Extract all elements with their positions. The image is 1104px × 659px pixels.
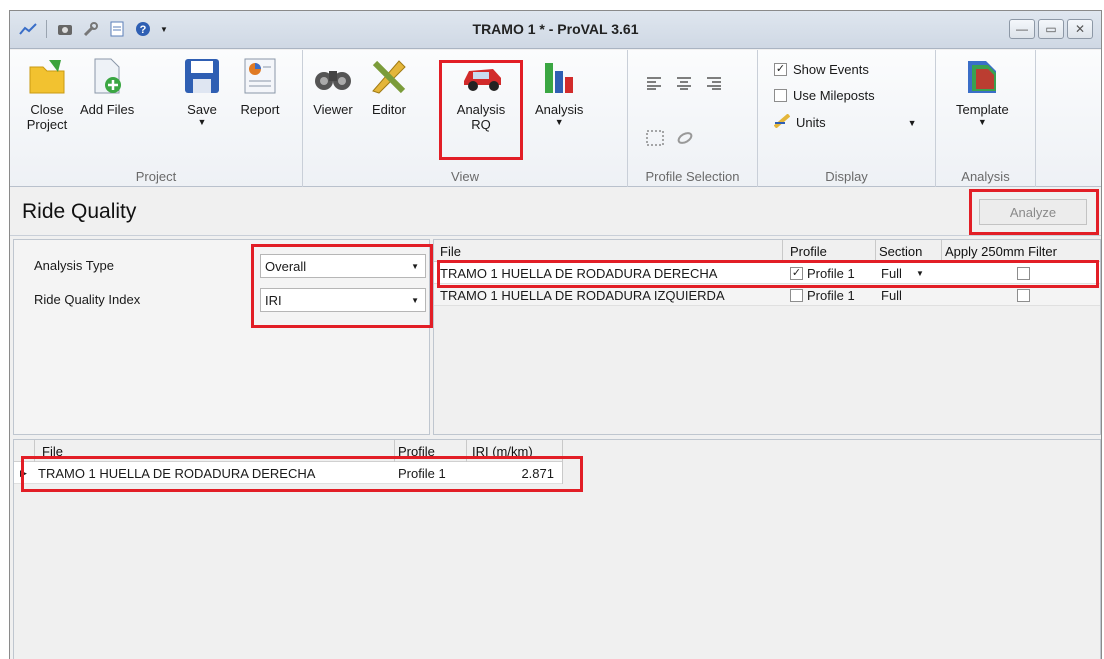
save-label: Save — [187, 102, 217, 117]
settings-panel: Analysis Type Overall ▼ Ride Quality Ind… — [13, 239, 433, 435]
units-dropdown-icon: ▼ — [907, 117, 917, 128]
save-button[interactable]: Save ▼ — [182, 56, 222, 127]
align-left-icon[interactable] — [646, 76, 662, 93]
close-button[interactable]: ✕ — [1067, 19, 1093, 39]
template-label: Template — [956, 102, 1009, 117]
profile-selection-group: Profile Selection — [628, 50, 758, 187]
profile-checkbox[interactable] — [790, 288, 803, 302]
column-header-file[interactable]: File — [440, 240, 461, 262]
template-dropdown-icon: ▼ — [977, 117, 987, 127]
ruler-pencil-icon — [369, 56, 409, 96]
analysis-button[interactable]: Analysis ▼ — [535, 56, 583, 127]
display-group-label: Display — [825, 169, 868, 184]
viewer-label: Viewer — [313, 102, 353, 117]
project-group: Close Project Add Files Save ▼ Report Pr… — [10, 50, 303, 187]
align-center-icon[interactable] — [676, 76, 692, 93]
use-mileposts-check[interactable] — [774, 89, 787, 102]
column-header-profile[interactable]: Profile — [790, 240, 827, 262]
window-title: TRAMO 1 * - ProVAL 3.61 — [472, 21, 639, 37]
editor-button[interactable]: Editor — [369, 56, 409, 117]
alignment-buttons — [646, 76, 722, 93]
report-icon — [240, 56, 280, 96]
settings-highlight — [251, 244, 433, 328]
show-events-label: Show Events — [793, 62, 869, 77]
add-files-label: Add Files — [80, 102, 135, 117]
viewer-button[interactable]: Viewer — [313, 56, 353, 117]
analysis-label: Analysis — [535, 102, 584, 117]
template-icon — [962, 56, 1002, 96]
binoculars-icon — [313, 56, 353, 96]
units-dropdown[interactable]: Units ▼ — [773, 113, 917, 131]
show-events-check[interactable]: ✓ — [774, 63, 787, 76]
units-label: Units — [796, 115, 826, 130]
analysis-rq-highlight — [439, 60, 523, 160]
ride-quality-index-label: Ride Quality Index — [34, 292, 141, 307]
file-grid: File Profile Section Apply 250mm Filter … — [433, 239, 1101, 435]
link-icon[interactable] — [676, 130, 694, 149]
filter-checkbox[interactable] — [1017, 288, 1030, 302]
title-bar: ? ▼ TRAMO 1 * - ProVAL 3.61 — ▭ ✕ — [10, 11, 1101, 49]
project-group-label: Project — [135, 169, 177, 184]
column-header-filter[interactable]: Apply 250mm Filter — [945, 240, 1057, 262]
file-row-highlight — [437, 260, 1099, 288]
selection-tools — [646, 130, 694, 149]
profile-label: Profile 1 — [807, 287, 855, 303]
analyze-highlight — [969, 189, 1099, 235]
analysis-template-group: Template ▼ Analysis — [936, 50, 1036, 187]
display-group: ✓ Show Events Use Mileposts Units ▼ Disp… — [758, 50, 936, 187]
folder-icon — [27, 56, 67, 96]
analysis-template-group-label: Analysis — [961, 169, 1010, 184]
app-window: ? ▼ TRAMO 1 * - ProVAL 3.61 — ▭ ✕ Close … — [9, 10, 1102, 659]
analysis-dropdown-icon: ▼ — [554, 117, 564, 127]
save-dropdown-icon: ▼ — [197, 117, 207, 127]
column-header-section[interactable]: Section — [879, 240, 922, 262]
add-files-button[interactable]: Add Files — [80, 56, 134, 117]
analysis-type-label: Analysis Type — [34, 258, 114, 273]
results-grid: File Profile IRI (m/km) ▶ TRAMO 1 HUELLA… — [13, 439, 1101, 659]
ride-quality-header: Ride Quality Analyze — [10, 188, 1101, 236]
use-mileposts-checkbox[interactable]: Use Mileposts — [774, 88, 875, 103]
close-project-label: Close Project — [26, 102, 68, 132]
result-row-highlight — [21, 456, 583, 492]
add-file-icon — [87, 56, 127, 96]
report-button[interactable]: Report — [240, 56, 280, 117]
units-icon — [773, 113, 791, 131]
profile-selection-group-label: Profile Selection — [645, 169, 740, 184]
template-button[interactable]: Template ▼ — [956, 56, 1009, 127]
report-label: Report — [240, 102, 280, 117]
bar-chart-icon — [539, 56, 579, 96]
close-project-button[interactable]: Close Project — [22, 56, 72, 132]
minimize-icon: — — [1016, 22, 1028, 36]
align-right-icon[interactable] — [706, 76, 722, 93]
page-title: Ride Quality — [22, 200, 137, 223]
ribbon: Close Project Add Files Save ▼ Report Pr… — [10, 50, 1101, 187]
editor-label: Editor — [372, 102, 406, 117]
window-controls: — ▭ ✕ — [1009, 19, 1093, 39]
select-region-icon[interactable] — [646, 130, 664, 149]
use-mileposts-label: Use Mileposts — [793, 88, 875, 103]
close-icon: ✕ — [1074, 22, 1086, 36]
show-events-checkbox[interactable]: ✓ Show Events — [774, 62, 869, 77]
minimize-button[interactable]: — — [1009, 19, 1035, 39]
maximize-icon: ▭ — [1045, 22, 1057, 36]
view-group-label: View — [451, 169, 479, 184]
maximize-button[interactable]: ▭ — [1038, 19, 1064, 39]
save-icon — [182, 56, 222, 96]
